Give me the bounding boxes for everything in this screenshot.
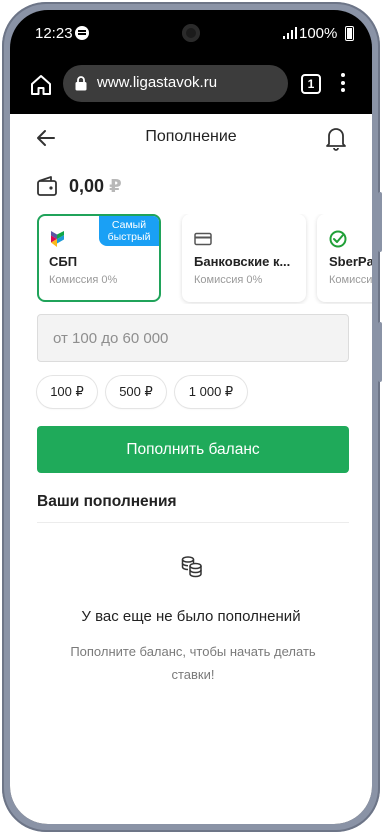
quick-amount-500[interactable]: 500 ₽ <box>106 376 166 408</box>
empty-state-title: У вас еще не было пополнений <box>81 608 301 625</box>
page-title: Пополнение <box>145 128 237 145</box>
amount-input[interactable] <box>37 314 349 362</box>
balance-currency: ₽ <box>109 176 122 196</box>
tab-switcher-button[interactable]: 1 <box>301 74 321 94</box>
payment-method-fee: Комиссия 0% <box>329 274 372 286</box>
payment-method-fee: Комиссия 0% <box>49 274 118 286</box>
deposit-page: Пополнение 0,00 ₽ Самый быстрый СБП Коми… <box>10 114 372 824</box>
lock-icon <box>75 76 87 91</box>
address-bar[interactable]: www.ligastavok.ru <box>63 65 288 102</box>
payment-method-sberpay[interactable]: SberPay Комиссия 0% <box>317 214 372 302</box>
signal-icon <box>283 27 297 39</box>
volume-button <box>378 192 382 252</box>
payment-method-fee: Комиссия 0% <box>194 274 263 286</box>
coins-icon <box>181 556 202 578</box>
payment-method-name: СБП <box>49 254 78 269</box>
divider <box>37 522 349 523</box>
empty-state-description: Пополните баланс, чтобы начать делать ст… <box>70 644 316 682</box>
wallet-icon <box>37 176 57 196</box>
balance-amount: 0,00 ₽ <box>69 176 122 196</box>
status-bar: 12:23 100% <box>10 10 372 56</box>
battery-icon <box>345 26 354 41</box>
battery-percent: 100% <box>299 25 338 42</box>
sbp-icon <box>51 231 64 247</box>
url-text: www.ligastavok.ru <box>97 74 218 91</box>
browser-toolbar: www.ligastavok.ru 1 <box>10 56 372 114</box>
topup-balance-button[interactable]: Пополнить баланс <box>37 426 349 473</box>
fastest-badge: Самый быстрый <box>99 216 159 246</box>
screen: 12:23 100% www.ligastavok.ru 1 Пополнени… <box>10 10 372 824</box>
payment-method-sbp[interactable]: Самый быстрый СБП Комиссия 0% <box>37 214 161 302</box>
phone-frame: 12:23 100% www.ligastavok.ru 1 Пополнени… <box>2 2 382 832</box>
bell-icon[interactable] <box>324 125 348 151</box>
payment-method-bank-card[interactable]: Банковские к... Комиссия 0% <box>182 214 306 302</box>
browser-menu-icon[interactable] <box>340 73 346 95</box>
payment-method-name: Банковские к... <box>194 254 291 269</box>
front-camera <box>182 24 200 42</box>
page-header: Пополнение <box>10 114 372 162</box>
sberpay-icon <box>329 230 347 248</box>
home-icon[interactable] <box>30 74 52 96</box>
quick-amount-1000[interactable]: 1 000 ₽ <box>175 376 247 408</box>
bank-card-icon <box>194 232 212 246</box>
power-button <box>378 322 382 382</box>
history-title: Ваши пополнения <box>37 493 177 510</box>
payment-method-name: SberPay <box>329 254 372 269</box>
quick-amount-100[interactable]: 100 ₽ <box>37 376 97 408</box>
spotify-icon <box>75 26 89 40</box>
payment-methods: Самый быстрый СБП Комиссия 0% Банковские … <box>37 214 372 304</box>
status-time: 12:23 <box>35 25 73 42</box>
